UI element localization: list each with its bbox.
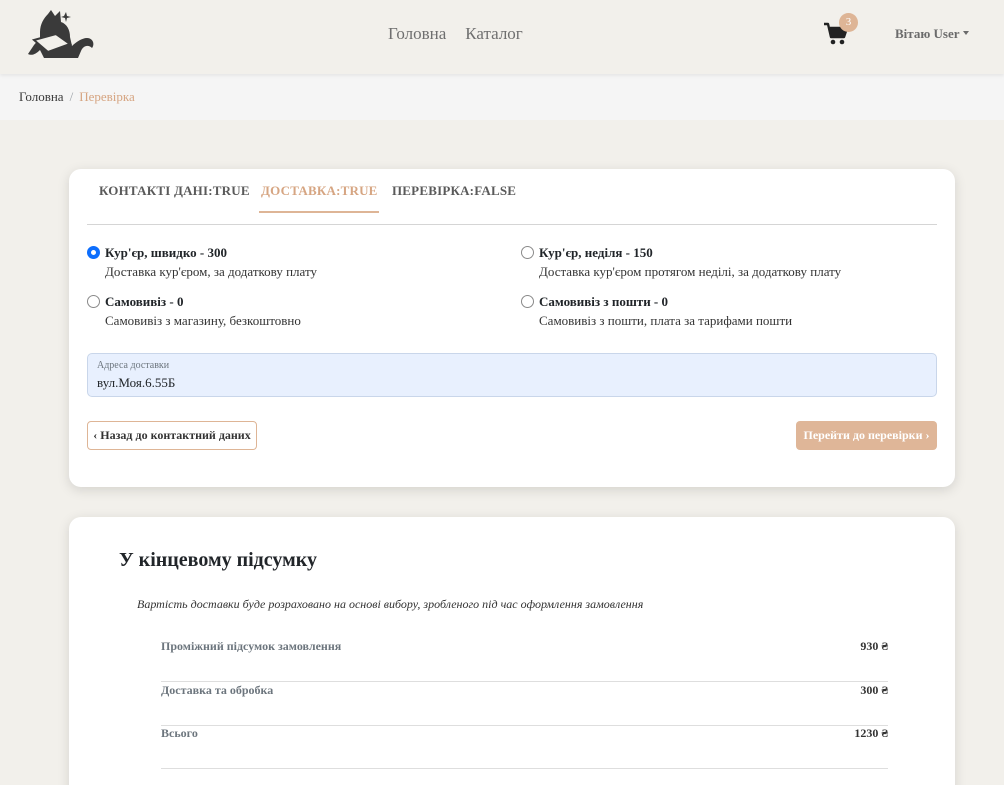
summary-row-value: 300 ₴ [860,683,888,697]
tab-review[interactable]: ПЕРЕВІРКА:FALSE [392,183,516,199]
summary-row-label: Проміжний підсумок замовлення [161,639,342,653]
address-field-label: Адреса доставки [97,360,170,371]
user-menu-toggle[interactable]: Вітаю User [895,26,969,42]
order-summary-card: У кінцевому підсумку Вартість доставки б… [69,517,955,785]
radio-button[interactable] [521,246,534,259]
cart-count-badge: 3 [839,13,858,32]
checkout-tabs: КОНТАКТІ ДАНІ:TRUE ДОСТАВКА:TRUE ПЕРЕВІР… [87,169,937,225]
user-greeting: Вітаю User [895,26,960,41]
tab-contact-data[interactable]: КОНТАКТІ ДАНІ:TRUE [99,183,250,199]
go-to-review-button[interactable]: Перейти до перевірки › [796,421,937,450]
nav-link-home[interactable]: Головна [388,24,446,44]
radio-button[interactable] [87,246,100,259]
breadcrumb-current: Перевірка [79,89,135,104]
radio-button[interactable] [521,295,534,308]
active-tab-indicator [259,211,379,213]
delivery-option-description: Самовивіз з магазину, безкоштовно [105,313,301,328]
caret-down-icon [962,31,969,35]
delivery-option-title: Самовивіз - 0 [105,294,184,309]
summary-row-subtotal: Проміжний підсумок замовлення 930 ₴ [161,639,888,682]
address-field[interactable]: Адреса доставки вул.Моя.6.55Б [87,353,937,397]
shipping-note: Вартість доставки буде розраховано на ос… [137,597,644,611]
summary-row-value: 930 ₴ [860,639,888,653]
delivery-option-title: Самовивіз з пошти - 0 [539,294,669,309]
delivery-option-description: Самовивіз з пошти, плата за тарифами пош… [539,313,793,328]
delivery-option-description: Доставка кур'єром протягом неділі, за до… [539,264,842,279]
delivery-option-title: Кур'єр, неділя - 150 [539,245,653,260]
chevron-left-icon: ‹ [93,428,98,442]
main-nav: Головна Каталог [388,24,523,44]
back-to-contacts-button[interactable]: ‹ Назад до контактний даних [87,421,257,450]
cat-logo-icon[interactable] [26,10,94,62]
tab-delivery[interactable]: ДОСТАВКА:TRUE [261,183,378,199]
address-field-value[interactable]: вул.Моя.6.55Б [97,375,175,391]
checkout-card: КОНТАКТІ ДАНІ:TRUE ДОСТАВКА:TRUE ПЕРЕВІР… [69,169,955,487]
delivery-option-description: Доставка кур'єром, за додаткову плату [105,264,317,279]
radio-button[interactable] [87,295,100,308]
breadcrumb: Головна / Перевірка [0,74,1004,120]
delivery-option-title: Кур'єр, швидко - 300 [105,245,228,260]
summary-title: У кінцевому підсумку [119,549,317,571]
summary-row-value: 1230 ₴ [854,726,888,740]
summary-row-total: Всього 1230 ₴ [161,726,888,769]
summary-row-label: Всього [161,726,198,740]
next-button-label: Перейти до перевірки [803,428,923,442]
breadcrumb-separator: / [69,89,74,104]
nav-link-catalog[interactable]: Каталог [465,24,523,44]
back-button-label: Назад до контактний даних [100,428,251,442]
navbar: Головна Каталог 3 Вітаю User [0,0,1004,74]
breadcrumb-home[interactable]: Головна [19,89,64,105]
chevron-right-icon: › [925,428,930,442]
summary-row-shipping: Доставка та обробка 300 ₴ [161,683,888,726]
summary-row-label: Доставка та обробка [161,683,274,697]
